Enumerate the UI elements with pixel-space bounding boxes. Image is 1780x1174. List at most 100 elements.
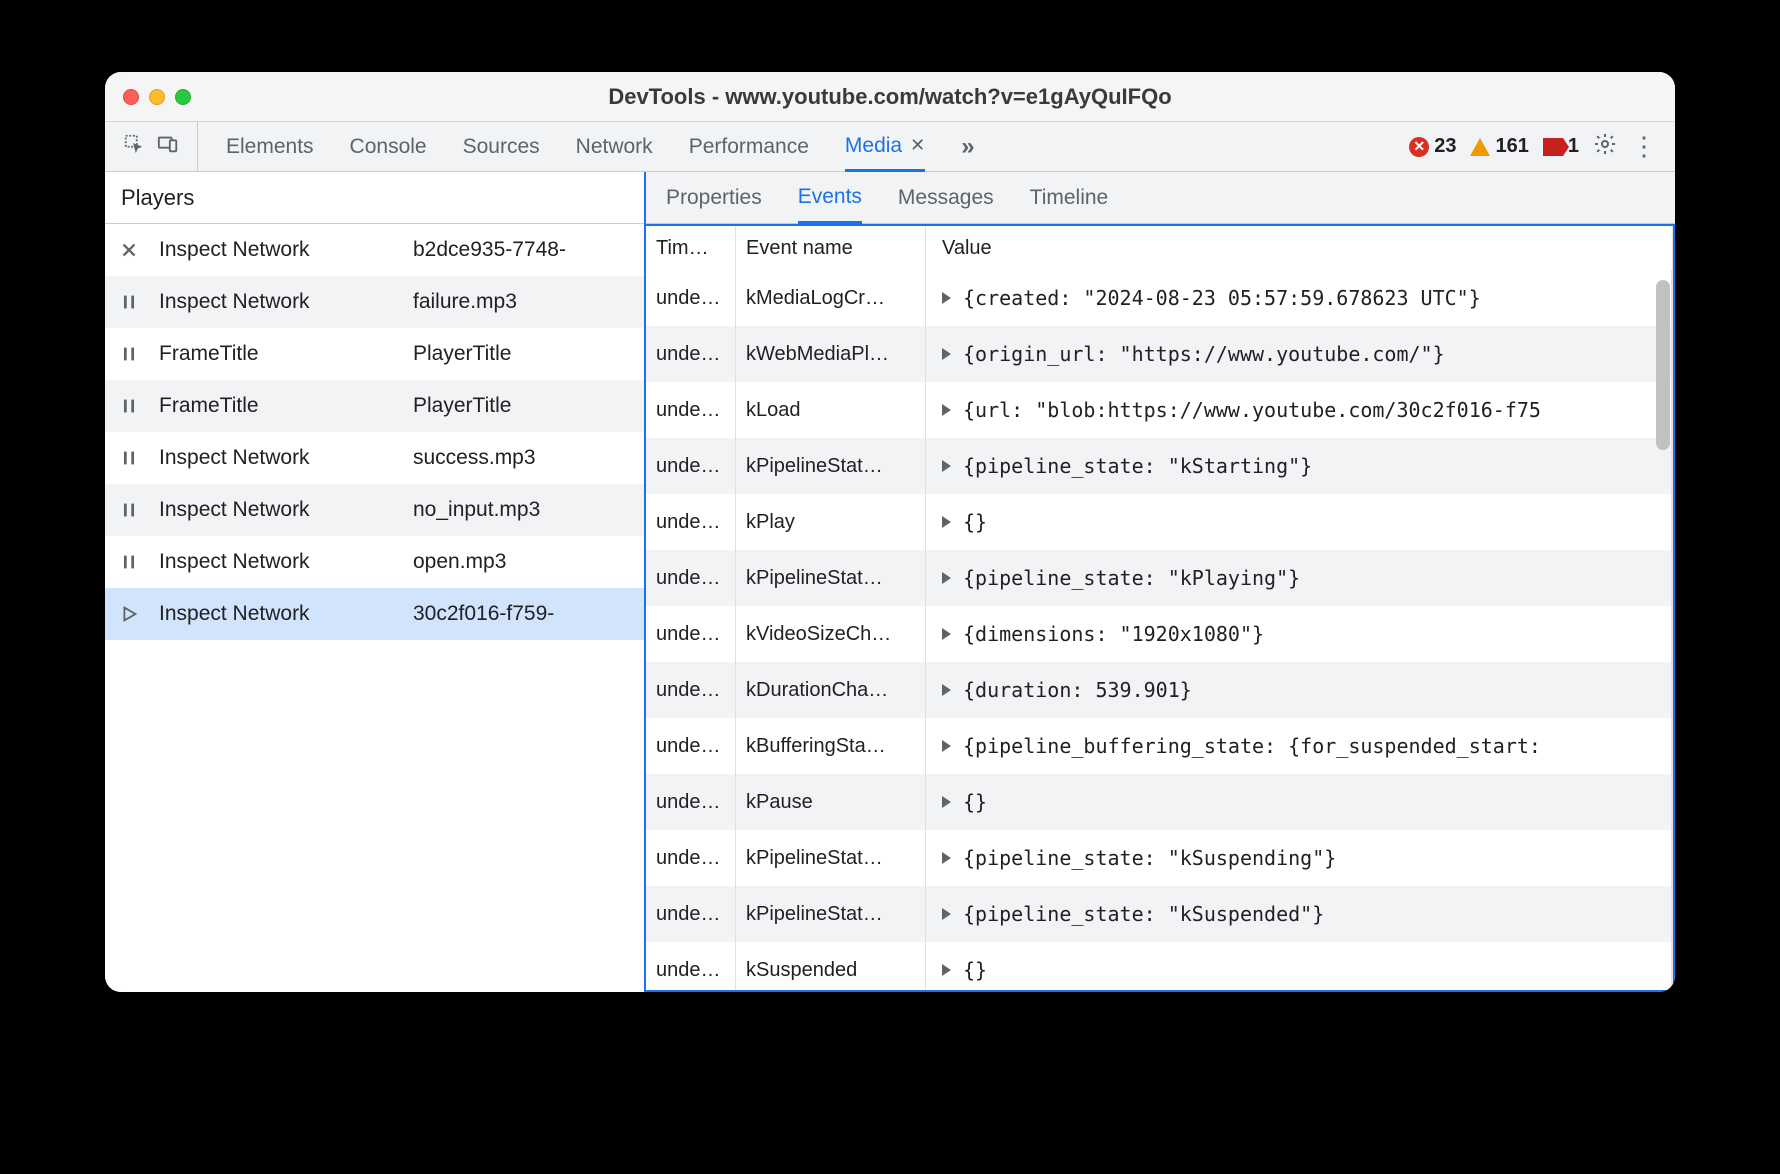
expand-icon[interactable]: [942, 572, 951, 584]
expand-icon[interactable]: [942, 292, 951, 304]
value-text: {pipeline_buffering_state: {for_suspende…: [963, 734, 1541, 758]
device-toolbar-icon[interactable]: [157, 133, 179, 161]
player-row[interactable]: Inspect Network30c2f016-f759-: [105, 588, 644, 640]
tab-label: Network: [576, 135, 653, 159]
player-row[interactable]: FrameTitlePlayerTitle: [105, 328, 644, 380]
table-row[interactable]: unde…kMediaLogCr…{created: "2024-08-23 0…: [646, 270, 1673, 326]
warning-icon: [1470, 138, 1490, 156]
value-text: {pipeline_state: "kStarting"}: [963, 454, 1312, 478]
col-timestamp[interactable]: Tim…: [646, 226, 736, 270]
table-row[interactable]: unde…kPipelineStat… {pipeline_state: "kSu…: [646, 830, 1673, 886]
subtab-messages[interactable]: Messages: [898, 172, 994, 223]
expand-icon[interactable]: [942, 908, 951, 920]
tab-sources[interactable]: Sources: [463, 122, 540, 171]
player-frame-title: Inspect Network: [153, 446, 393, 470]
tab-performance[interactable]: Performance: [689, 122, 809, 171]
issue-count[interactable]: 1: [1543, 135, 1579, 158]
table-row[interactable]: unde…kVideoSizeCh…{dimensions: "1920x108…: [646, 606, 1673, 662]
more-tabs-icon[interactable]: »: [961, 133, 974, 161]
cell-event-name: kSuspended: [736, 942, 926, 990]
player-title: PlayerTitle: [393, 342, 644, 366]
table-row[interactable]: unde…kPipelineStat… {pipeline_state: "kSt…: [646, 438, 1673, 494]
expand-icon[interactable]: [942, 964, 951, 976]
player-title: 30c2f016-f759-: [393, 602, 644, 626]
value-text: {pipeline_state: "kPlaying"}: [963, 566, 1300, 590]
table-row[interactable]: unde…kDurationCha…{duration: 539.901}: [646, 662, 1673, 718]
cell-event-name: kDurationCha…: [736, 662, 926, 718]
tab-console[interactable]: Console: [350, 122, 427, 171]
expand-icon[interactable]: [942, 404, 951, 416]
settings-icon[interactable]: [1593, 132, 1617, 162]
player-row[interactable]: Inspect Networkb2dce935-7748-: [105, 224, 644, 276]
error-count[interactable]: ✕ 23: [1409, 135, 1456, 158]
value-text: {pipeline_state: "kSuspended"}: [963, 902, 1324, 926]
value-text: {}: [963, 510, 987, 534]
value-text: {dimensions: "1920x1080"}: [963, 622, 1264, 646]
cell-timestamp: unde…: [646, 438, 736, 494]
player-title: b2dce935-7748-: [393, 238, 644, 262]
expand-icon[interactable]: [942, 628, 951, 640]
table-row[interactable]: unde…kPipelineStat…{pipeline_state: "kSu…: [646, 886, 1673, 942]
cell-event-name: kPipelineStat…: [736, 830, 926, 886]
player-title: PlayerTitle: [393, 394, 644, 418]
cell-timestamp: unde…: [646, 830, 736, 886]
player-row[interactable]: Inspect Networkopen.mp3: [105, 536, 644, 588]
tab-label: Performance: [689, 135, 809, 159]
col-value[interactable]: Value: [926, 226, 1673, 270]
more-menu-icon[interactable]: ⋮: [1631, 131, 1657, 162]
player-row[interactable]: Inspect Networksuccess.mp3: [105, 432, 644, 484]
expand-icon[interactable]: [942, 684, 951, 696]
table-row[interactable]: unde…kPipelineStat…{pipeline_state: "kPl…: [646, 550, 1673, 606]
value-text: {pipeline_state: "kSuspending"}: [963, 846, 1336, 870]
cell-event-name: kPipelineStat…: [736, 438, 926, 494]
traffic-lights: [123, 89, 191, 105]
cell-event-name: kLoad: [736, 382, 926, 438]
expand-icon[interactable]: [942, 460, 951, 472]
expand-icon[interactable]: [942, 796, 951, 808]
player-frame-title: FrameTitle: [153, 342, 393, 366]
player-title: failure.mp3: [393, 290, 644, 314]
subtab-label: Timeline: [1030, 186, 1109, 210]
expand-icon[interactable]: [942, 348, 951, 360]
subtab-label: Messages: [898, 186, 994, 210]
player-row[interactable]: Inspect Networkfailure.mp3: [105, 276, 644, 328]
table-row[interactable]: unde…kPlay{}: [646, 494, 1673, 550]
tab-network[interactable]: Network: [576, 122, 653, 171]
expand-icon[interactable]: [942, 516, 951, 528]
col-event-name[interactable]: Event name: [736, 226, 926, 270]
expand-icon[interactable]: [942, 852, 951, 864]
devtools-window: DevTools - www.youtube.com/watch?v=e1gAy…: [105, 72, 1675, 992]
inspect-element-icon[interactable]: [123, 133, 145, 161]
player-row[interactable]: Inspect Networkno_input.mp3: [105, 484, 644, 536]
table-row[interactable]: unde…kSuspended{}: [646, 942, 1673, 990]
tab-elements[interactable]: Elements: [226, 122, 314, 171]
table-row[interactable]: unde…kPause{}: [646, 774, 1673, 830]
minimize-window-button[interactable]: [149, 89, 165, 105]
player-frame-title: Inspect Network: [153, 290, 393, 314]
warning-count[interactable]: 161: [1470, 135, 1528, 158]
table-row[interactable]: unde…kBufferingSta…{pipeline_buffering_s…: [646, 718, 1673, 774]
player-row[interactable]: FrameTitlePlayerTitle: [105, 380, 644, 432]
subtab-events[interactable]: Events: [798, 172, 862, 224]
warning-count-value: 161: [1495, 135, 1528, 158]
expand-icon[interactable]: [942, 740, 951, 752]
cell-value: {pipeline_buffering_state: {for_suspende…: [926, 718, 1672, 774]
subtab-properties[interactable]: Properties: [666, 172, 762, 223]
tab-label: Sources: [463, 135, 540, 159]
cell-value: {pipeline_state: "kPlaying"}: [926, 550, 1672, 606]
toolbar-left-icons: [105, 122, 198, 171]
table-header: Tim… Event name Value: [646, 226, 1673, 270]
scrollbar[interactable]: [1656, 280, 1670, 450]
subtab-timeline[interactable]: Timeline: [1030, 172, 1109, 223]
zoom-window-button[interactable]: [175, 89, 191, 105]
table-row[interactable]: unde…kWebMediaPl…{origin_url: "https://w…: [646, 326, 1673, 382]
tab-media[interactable]: Media ✕: [845, 123, 925, 172]
cell-value: {pipeline_state: "kSuspending"}: [926, 830, 1672, 886]
close-tab-icon[interactable]: ✕: [910, 135, 925, 156]
close-window-button[interactable]: [123, 89, 139, 105]
cell-event-name: kWebMediaPl…: [736, 326, 926, 382]
table-row[interactable]: unde…kLoad{url: "blob:https://www.youtub…: [646, 382, 1673, 438]
error-icon: ✕: [1409, 137, 1429, 157]
player-title: success.mp3: [393, 446, 644, 470]
cell-event-name: kPipelineStat…: [736, 550, 926, 606]
